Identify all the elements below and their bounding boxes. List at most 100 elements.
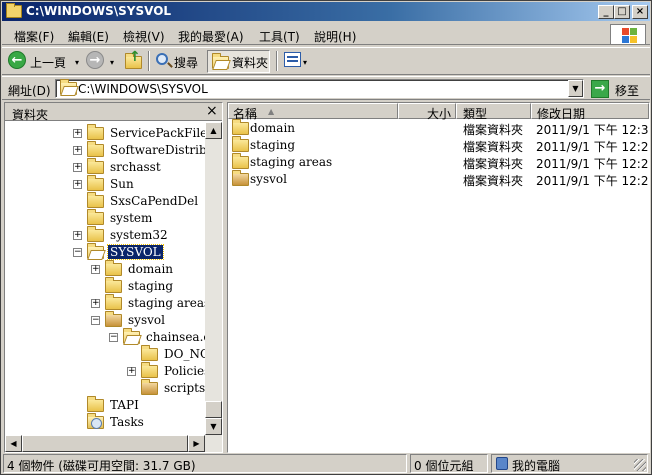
address-input[interactable]: C:\WINDOWS\SYSVOL ▼ — [55, 79, 584, 98]
tree-node[interactable]: staging — [91, 277, 205, 295]
collapse-icon[interactable]: − — [91, 316, 100, 325]
expand-icon[interactable]: + — [127, 367, 136, 376]
folder-icon — [87, 192, 104, 208]
collapse-icon[interactable]: − — [73, 248, 82, 257]
title-bar[interactable]: C:\WINDOWS\SYSVOL _ □ × — [2, 2, 650, 21]
list-item[interactable]: domain 檔案資料夾 2011/9/1 下午 12:34 — [228, 119, 649, 137]
address-bar: 網址(D) C:\WINDOWS\SYSVOL ▼ → 移至 — [2, 76, 650, 100]
expand-icon[interactable]: + — [73, 163, 82, 172]
menu-tools[interactable]: 工具(T) — [259, 28, 300, 45]
scroll-down-icon[interactable]: ▼ — [205, 418, 222, 435]
folder-icon — [141, 345, 158, 361]
sort-ascending-icon: ▲ — [268, 107, 275, 116]
scroll-right-icon[interactable]: ▶ — [188, 435, 205, 452]
tree-node[interactable]: + ServicePackFiles — [73, 124, 205, 142]
expand-icon[interactable]: + — [73, 231, 82, 240]
expand-icon[interactable]: + — [73, 129, 82, 138]
scroll-left-icon[interactable]: ◀ — [5, 435, 22, 452]
tree-node-label: chainsea.com — [146, 330, 205, 344]
expand-icon[interactable]: + — [73, 146, 82, 155]
address-dropdown-icon[interactable]: ▼ — [568, 80, 583, 97]
scroll-thumb[interactable] — [205, 401, 222, 418]
menu-bar: 檔案(F) 編輯(E) 檢視(V) 我的最愛(A) 工具(T) 說明(H) — [2, 23, 650, 45]
minimize-button[interactable]: _ — [598, 5, 614, 19]
tree-node[interactable]: Tasks — [73, 413, 205, 431]
tree-horizontal-scrollbar[interactable]: ◀ ▶ — [5, 435, 222, 452]
menu-favorites[interactable]: 我的最愛(A) — [178, 28, 244, 45]
collapse-icon[interactable]: − — [109, 333, 118, 342]
folders-pane: 資料夾 × + ServicePackFiles + SoftwareDistribu… — [4, 102, 223, 453]
views-icon[interactable] — [284, 52, 301, 67]
expand-icon[interactable]: + — [73, 180, 82, 189]
column-header-date[interactable]: 修改日期 — [531, 103, 649, 121]
tree-node-label: staging — [128, 279, 174, 293]
file-type: 檔案資料夾 — [463, 174, 524, 188]
tree-vertical-scrollbar[interactable]: ▲ ▼ — [205, 122, 222, 435]
tree-node[interactable]: − SYSVOL — [73, 243, 205, 261]
tree-node[interactable]: + Sun — [73, 175, 205, 193]
tree-node[interactable]: + SoftwareDistribution — [73, 141, 205, 159]
up-folder-button[interactable]: ↑ — [124, 49, 144, 73]
column-header-name[interactable]: 名稱 ▲ — [228, 103, 398, 121]
file-type: 檔案資料夾 — [463, 140, 524, 154]
list-item[interactable]: staging 檔案資料夾 2011/9/1 下午 12:24 — [228, 136, 649, 154]
close-pane-icon[interactable]: × — [206, 103, 218, 119]
window-title: C:\WINDOWS\SYSVOL — [26, 4, 172, 18]
folder-icon — [87, 175, 104, 191]
maximize-button[interactable]: □ — [614, 5, 630, 19]
tree-node[interactable]: − chainsea.com — [109, 328, 205, 346]
search-button[interactable]: 搜尋 — [154, 51, 204, 73]
tree-node-label: staging areas — [128, 296, 205, 310]
close-button[interactable]: × — [632, 5, 648, 19]
menu-view[interactable]: 檢視(V) — [123, 28, 165, 45]
folder-icon — [87, 226, 104, 242]
tree-node[interactable]: + system32 — [73, 226, 205, 244]
back-button[interactable]: ← 上一頁 ▾ — [8, 51, 80, 73]
computer-icon — [496, 457, 508, 470]
tree-node-label: srchasst — [110, 160, 161, 174]
tree-node-label: SoftwareDistribution — [110, 143, 205, 157]
tree-node[interactable]: + Policies — [127, 362, 205, 380]
scroll-thumb[interactable] — [22, 435, 188, 452]
tree-node-label: TAPI — [110, 398, 139, 412]
folder-icon — [232, 153, 249, 169]
resize-grip[interactable] — [634, 459, 646, 471]
views-dropdown-icon[interactable]: ▾ — [303, 58, 307, 67]
tree-node-label: SYSVOL — [107, 244, 164, 260]
file-date: 2011/9/1 下午 12:24 — [536, 157, 650, 171]
menu-help[interactable]: 說明(H) — [314, 28, 356, 45]
forward-button[interactable]: → ▾ — [86, 51, 120, 73]
scroll-up-icon[interactable]: ▲ — [205, 122, 222, 139]
tree-node[interactable]: SxsCaPendDel — [73, 192, 205, 210]
expand-icon[interactable]: + — [91, 265, 100, 274]
status-bar: 4 個物件 (磁碟可用空間: 31.7 GB) 0 個位元組 我的電腦 — [2, 453, 650, 474]
list-item[interactable]: sysvol 檔案資料夾 2011/9/1 下午 12:24 — [228, 170, 650, 188]
tree-node-label: DO_NOT_REMOVE_NtFrs_PreInstall_Directory — [164, 347, 205, 361]
list-item[interactable]: staging areas 檔案資料夾 2011/9/1 下午 12:24 — [228, 153, 650, 171]
file-date: 2011/9/1 下午 12:24 — [536, 174, 650, 188]
tree-node[interactable]: scripts — [127, 379, 205, 397]
folder-icon — [87, 396, 104, 412]
back-label: 上一頁 — [30, 56, 67, 70]
status-location-text: 我的電腦 — [512, 459, 561, 473]
menu-file[interactable]: 檔案(F) — [14, 28, 54, 45]
tree-node[interactable]: + staging areas — [91, 294, 205, 312]
status-objects: 4 個物件 (磁碟可用空間: 31.7 GB) — [3, 454, 407, 473]
forward-dropdown-icon[interactable]: ▾ — [110, 58, 114, 67]
forward-arrow-icon: → — [86, 51, 104, 69]
column-header-size[interactable]: 大小 — [398, 103, 456, 121]
tree-node[interactable]: TAPI — [73, 396, 205, 414]
tree-node[interactable]: DO_NOT_REMOVE_NtFrs_PreInstall_Directory — [127, 345, 205, 363]
menu-edit[interactable]: 編輯(E) — [68, 28, 109, 45]
back-dropdown-icon[interactable]: ▾ — [75, 58, 79, 67]
tree-node[interactable]: − sysvol — [91, 311, 205, 329]
tree-node-label: domain — [128, 262, 174, 276]
toolbar: ← 上一頁 ▾ → ▾ ↑ 搜尋 資料夾 ▾ — [2, 47, 650, 75]
tree-node[interactable]: + srchasst — [73, 158, 205, 176]
folders-button[interactable]: 資料夾 — [207, 50, 270, 73]
back-arrow-icon: ← — [8, 51, 26, 69]
expand-icon[interactable]: + — [91, 299, 100, 308]
tree-node[interactable]: system — [73, 209, 205, 227]
column-header-type[interactable]: 類型 — [456, 103, 531, 121]
tree-node[interactable]: + domain — [91, 260, 205, 278]
